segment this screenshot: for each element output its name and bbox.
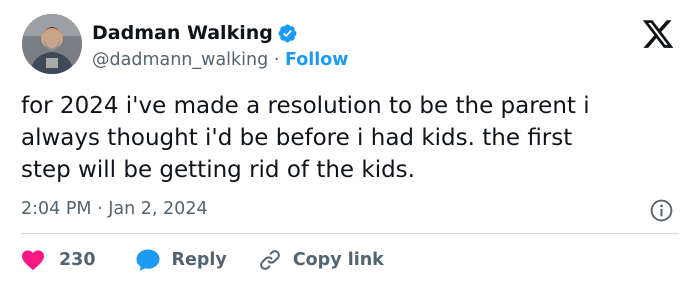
author-handle-row: @dadmann_walking · Follow <box>92 48 348 72</box>
author-handle[interactable]: @dadmann_walking <box>92 50 268 70</box>
reply-button[interactable]: Reply <box>135 248 227 272</box>
tweet-timestamp[interactable]: 2:04 PM · Jan 2, 2024 <box>21 197 208 221</box>
like-count: 230 <box>59 250 96 270</box>
link-icon <box>259 250 280 270</box>
heart-icon <box>22 250 44 271</box>
x-logo-icon[interactable] <box>641 17 675 51</box>
copy-link-button[interactable]: Copy link <box>258 248 384 272</box>
handle-separator: · <box>273 50 280 70</box>
follow-button[interactable]: Follow <box>285 50 348 70</box>
tweet-time: 2:04 PM <box>21 199 92 219</box>
tweet-text: for 2024 i've made a resolution to be th… <box>21 93 590 183</box>
timestamp-separator: · <box>97 199 103 219</box>
info-icon[interactable] <box>649 198 674 223</box>
verified-badge-icon <box>277 23 298 44</box>
reply-bubble-icon <box>136 249 160 271</box>
like-button[interactable]: 230 <box>21 249 96 271</box>
avatar-image <box>22 14 82 74</box>
author-name[interactable]: Dadman Walking <box>92 21 273 45</box>
copy-link-label: Copy link <box>292 250 384 270</box>
tweet-date: Jan 2, 2024 <box>108 199 208 219</box>
reply-label: Reply <box>171 250 227 270</box>
divider <box>21 233 679 234</box>
avatar[interactable] <box>22 14 82 74</box>
action-bar: 230 Reply Copy link <box>21 246 384 274</box>
author-name-row: Dadman Walking <box>92 21 298 45</box>
